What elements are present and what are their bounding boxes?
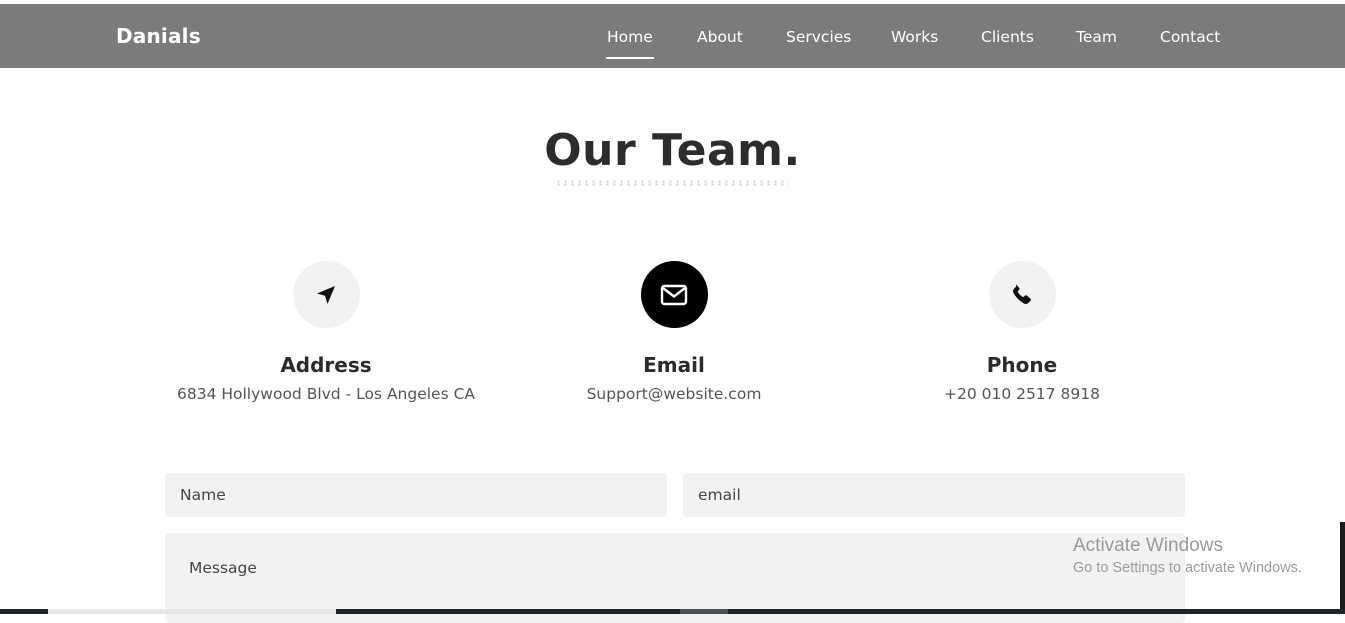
nav-team[interactable]: Team: [1076, 28, 1117, 46]
nav-works[interactable]: Works: [891, 28, 938, 46]
windows-activation-watermark: Activate Windows Go to Settings to activ…: [1073, 535, 1302, 576]
address-icon-circle: [292, 261, 360, 328]
email-title: Email: [643, 353, 705, 377]
address-value: 6834 Hollywood Blvd - Los Angeles CA: [176, 385, 476, 403]
address-card: Address 6834 Hollywood Blvd - Los Angele…: [146, 261, 506, 403]
nav-contact[interactable]: Contact: [1160, 28, 1220, 46]
phone-title: Phone: [986, 353, 1058, 377]
phone-icon: [1013, 283, 1031, 304]
watermark-line2: Go to Settings to activate Windows.: [1073, 560, 1302, 576]
email-input[interactable]: [683, 473, 1185, 517]
bottom-strip-mid-segment: [680, 609, 728, 614]
email-icon-circle[interactable]: [640, 261, 708, 328]
nav-home[interactable]: Home: [606, 28, 654, 59]
watermark-line1: Activate Windows: [1073, 535, 1223, 556]
right-edge-element: [1340, 522, 1345, 614]
location-arrow-icon: [317, 285, 335, 304]
phone-icon-circle: [988, 261, 1056, 328]
nav-clients[interactable]: Clients: [981, 28, 1034, 46]
title-underline-dots: [555, 180, 789, 186]
nav-about[interactable]: About: [697, 28, 743, 46]
email-value[interactable]: Support@website.com: [494, 385, 854, 403]
navbar: Danials Home About Servcies Works Client…: [0, 4, 1345, 68]
email-card: Email Support@website.com: [494, 261, 854, 403]
phone-value[interactable]: +20 010 2517 8918: [842, 385, 1202, 403]
nav-services[interactable]: Servcies: [786, 28, 851, 46]
bottom-strip-light-segment: [48, 609, 336, 614]
address-title: Address: [280, 353, 372, 377]
bottom-strip: [0, 609, 1345, 614]
name-input[interactable]: [165, 473, 667, 517]
envelope-icon: [660, 284, 688, 305]
phone-card: Phone +20 010 2517 8918: [842, 261, 1202, 403]
section-title: Our Team.: [544, 125, 801, 176]
main-nav: Home About Servcies Works Clients Team C…: [0, 28, 1345, 59]
